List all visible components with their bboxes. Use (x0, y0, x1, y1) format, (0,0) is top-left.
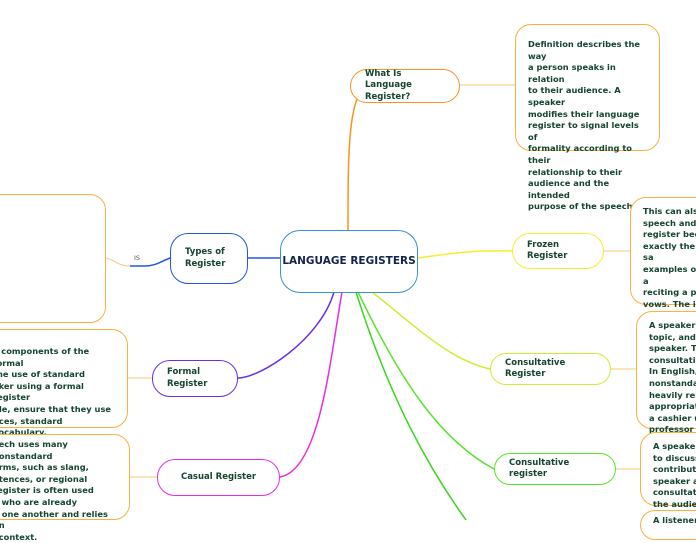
topic-label: Formal Register (167, 367, 208, 389)
note-definition: Definition describes the way a person sp… (515, 24, 660, 211)
topic-label: Types of Register (185, 247, 226, 269)
link-label-is: IS (134, 254, 141, 262)
topic-label: What Is Language Register? (365, 68, 412, 102)
topic-what-is-register[interactable]: What Is Language Register? (350, 69, 460, 103)
central-topic[interactable]: LANGUAGE REGISTERS (280, 230, 418, 293)
topic-casual-register[interactable]: Casual Register (157, 459, 280, 496)
note-bottom: A listener (640, 510, 696, 540)
topic-consultative-register-2[interactable]: Consultative register (494, 453, 616, 485)
note-consultative-2: A speaker to discuss contribute speaker … (640, 432, 696, 509)
note-types (0, 194, 106, 323)
topic-label: Frozen Register (527, 239, 568, 262)
note-casual: eech uses many nonstandard orms, such as… (0, 434, 130, 542)
topic-frozen-register[interactable]: Frozen Register (512, 233, 604, 269)
topic-label: Consultative Register (505, 357, 566, 380)
note-formal: y components of the formal the use of st… (0, 329, 128, 449)
note-consultative: A speaker e topic, and t speaker. Th con… (636, 311, 696, 434)
note-frozen: This can also speech and is register bec… (630, 197, 696, 332)
central-topic-title: LANGUAGE REGISTERS (282, 254, 416, 267)
topic-formal-register[interactable]: Formal Register (152, 360, 238, 397)
topic-types-of-register[interactable]: Types of Register (170, 233, 248, 284)
topic-label: Consultative register (509, 457, 570, 480)
topic-consultative-register[interactable]: Consultative Register (490, 353, 611, 385)
topic-label: Casual Register (180, 471, 257, 482)
